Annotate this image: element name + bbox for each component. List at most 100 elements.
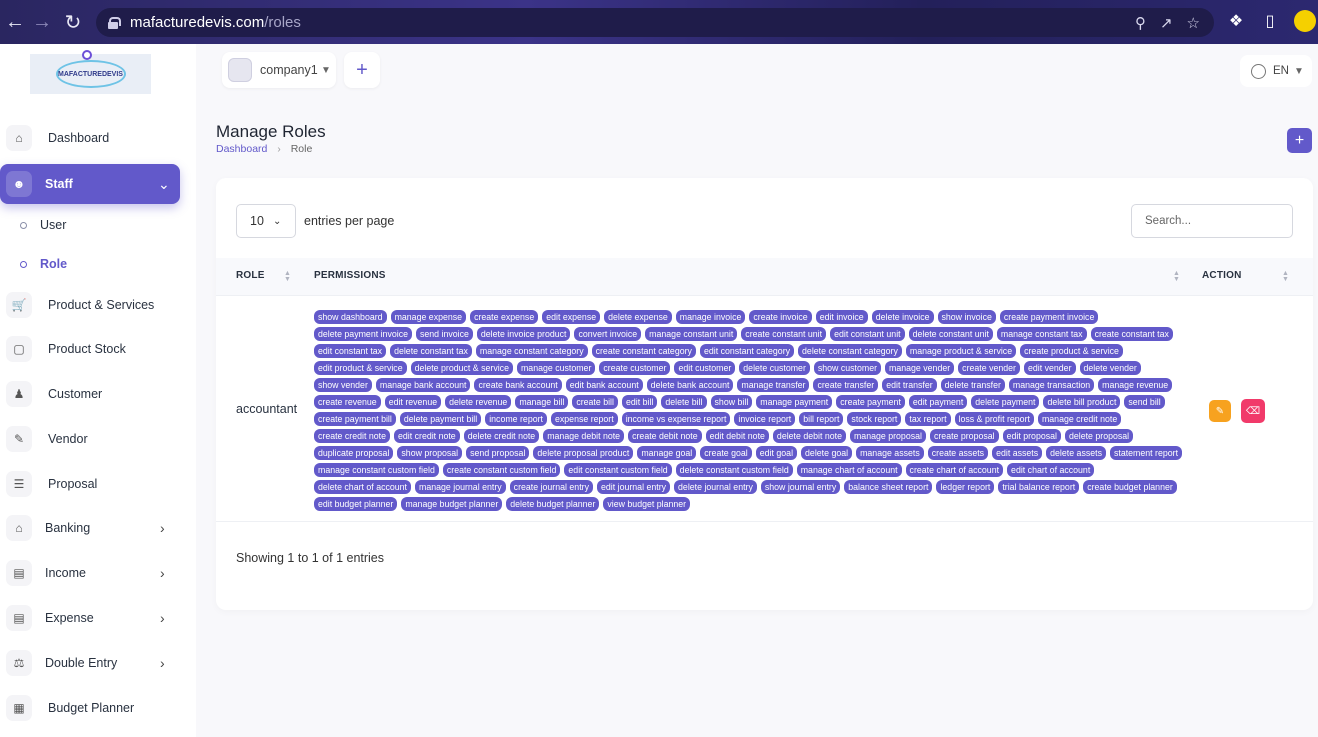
create-role-button[interactable]: +	[1287, 128, 1312, 153]
roles-card: 10 ⌄ entries per page ROLE ▲▼ PERMISSION…	[216, 178, 1313, 610]
sidebar-item-product-stock[interactable]: ▢ Product Stock	[0, 329, 196, 369]
permission-badge: manage goal	[637, 446, 697, 460]
sidebar-item-label: Double Entry	[45, 656, 118, 670]
breadcrumb-dashboard-link[interactable]: Dashboard	[216, 143, 267, 155]
sidebar-item-income[interactable]: ▤ Income ›	[0, 553, 196, 593]
sidebar-item-dashboard[interactable]: ⌂ Dashboard	[0, 118, 196, 158]
permission-badge: manage constant unit	[645, 327, 738, 341]
table-header: ROLE ▲ ▼ PERMISSIONS ▲ ▼ ACTION ▲ ▼	[216, 258, 1313, 296]
permission-badge: view budget planner	[603, 497, 691, 511]
permission-badge: manage proposal	[849, 429, 926, 443]
sidebar-item-customer[interactable]: ♟ Customer	[0, 374, 196, 414]
permission-badge: manage journal entry	[415, 480, 506, 494]
column-header-action[interactable]: ACTION	[1202, 270, 1242, 281]
permission-badge: manage revenue	[1098, 378, 1173, 392]
permission-badge: delete budget planner	[506, 497, 600, 511]
permission-badge: create constant tax	[1090, 327, 1173, 341]
forward-arrow-icon[interactable]: →	[27, 7, 57, 37]
permission-badge: income vs expense report	[621, 412, 731, 426]
profile-avatar[interactable]	[1294, 10, 1316, 32]
extensions-puzzle-icon[interactable]: ❖	[1226, 11, 1246, 31]
globe-icon	[1251, 63, 1266, 79]
permission-badge: manage expense	[390, 310, 467, 324]
permission-badge: show invoice	[937, 310, 996, 324]
scale-icon: ⚖	[6, 650, 32, 676]
share-icon[interactable]: ↗	[1160, 14, 1173, 32]
sidebar-item-label: Dashboard	[48, 131, 110, 145]
reload-icon[interactable]: ↻	[58, 7, 88, 37]
sidebar-item-vendor[interactable]: ✎ Vendor	[0, 419, 196, 459]
role-name: accountant	[236, 402, 298, 416]
breadcrumb-current: Role	[290, 143, 313, 155]
sidebar-item-staff[interactable]: ☻ Staff ⌄	[0, 164, 180, 204]
permission-badge: create payment bill	[314, 412, 396, 426]
chevron-right-icon: ›	[160, 610, 165, 626]
permission-badge: edit credit note	[393, 429, 460, 443]
expense-icon: ▤	[6, 605, 32, 631]
brand-logo[interactable]: MAFACTUREDEVIS	[30, 50, 151, 94]
table-row: accountant show dashboard manage expense c…	[216, 296, 1313, 522]
edit-role-button[interactable]: ✎	[1209, 400, 1231, 422]
sort-icon[interactable]: ▲ ▼	[1173, 270, 1180, 283]
sidebar-item-banking[interactable]: ⌂ Banking ›	[0, 508, 196, 548]
column-header-permissions[interactable]: PERMISSIONS	[314, 270, 386, 281]
permission-badge: manage credit note	[1037, 412, 1122, 426]
cart-icon: 🛒	[6, 292, 32, 318]
permission-badge: create customer	[599, 361, 671, 375]
permission-badge: edit vender	[1023, 361, 1076, 375]
permission-badge: create debit note	[628, 429, 702, 443]
add-company-button[interactable]: +	[344, 52, 380, 88]
permission-badge: invoice report	[734, 412, 796, 426]
entries-per-page-select[interactable]: 10 ⌄	[236, 204, 296, 238]
permission-badge: tax report	[905, 412, 951, 426]
sidebar-subitem-role[interactable]: Role	[0, 249, 196, 279]
lock-icon	[108, 16, 121, 29]
permission-badge: create bill	[572, 395, 618, 409]
permission-badge: delete constant custom field	[675, 463, 793, 477]
sidebar-subitem-user[interactable]: User	[0, 210, 196, 240]
trash-icon: ⌫	[1245, 405, 1261, 417]
permission-badge: create invoice	[749, 310, 812, 324]
permission-badge: create goal	[700, 446, 752, 460]
chevron-right-icon: ›	[160, 520, 165, 536]
zoom-icon[interactable]: ⚲	[1135, 14, 1146, 32]
bullet-icon	[20, 221, 27, 229]
sort-icon[interactable]: ▲ ▼	[284, 270, 291, 283]
breadcrumb-separator-icon: ›	[277, 143, 281, 155]
sidebar-item-proposal[interactable]: ☰ Proposal	[0, 464, 196, 504]
delete-role-button[interactable]: ⌫	[1241, 399, 1265, 423]
permission-badge: manage vender	[885, 361, 955, 375]
permission-badge: edit constant custom field	[564, 463, 672, 477]
chevron-down-icon: ▼	[1294, 65, 1304, 77]
permission-badge: delete invoice product	[476, 327, 571, 341]
permission-badge: create constant custom field	[442, 463, 561, 477]
permission-badge: delete revenue	[445, 395, 512, 409]
language-switcher[interactable]: EN ▼	[1240, 55, 1312, 87]
chevron-down-icon: ⌄	[273, 215, 282, 227]
permission-badge: manage payment	[756, 395, 833, 409]
permission-badge: delete constant unit	[908, 327, 993, 341]
sidebar-item-double-entry[interactable]: ⚖ Double Entry ›	[0, 643, 196, 683]
permission-badge: delete goal	[801, 446, 853, 460]
bookmark-star-icon[interactable]: ☆	[1187, 14, 1200, 32]
permission-badge: delete proposal	[1064, 429, 1134, 443]
search-input[interactable]	[1131, 204, 1293, 238]
permission-badge: manage bank account	[375, 378, 471, 392]
back-arrow-icon[interactable]: ←	[0, 7, 30, 37]
address-bar[interactable]: mafacturedevis.com/roles ⚲ ↗ ☆	[96, 8, 1214, 37]
permission-badge: delete bill	[661, 395, 707, 409]
permission-badge: delete invoice	[871, 310, 934, 324]
company-switcher[interactable]: company1 ▼	[222, 52, 336, 88]
sidebar-item-expense[interactable]: ▤ Expense ›	[0, 598, 196, 638]
sidebar-item-budget-planner[interactable]: ▦ Budget Planner	[0, 688, 196, 728]
side-panel-icon[interactable]: ▯	[1260, 11, 1280, 31]
sidebar-item-label: Product & Services	[48, 298, 155, 312]
permission-badge: send bill	[1124, 395, 1165, 409]
sort-icon[interactable]: ▲ ▼	[1282, 270, 1289, 283]
permission-badge: send proposal	[466, 446, 530, 460]
logo-text: MAFACTUREDEVIS	[55, 60, 126, 88]
permission-badge: create vender	[958, 361, 1020, 375]
sidebar-item-product-services[interactable]: 🛒 Product & Services	[0, 285, 196, 325]
permissions-list: show dashboard manage expense create expen…	[314, 310, 1184, 511]
column-header-role[interactable]: ROLE	[236, 270, 265, 281]
